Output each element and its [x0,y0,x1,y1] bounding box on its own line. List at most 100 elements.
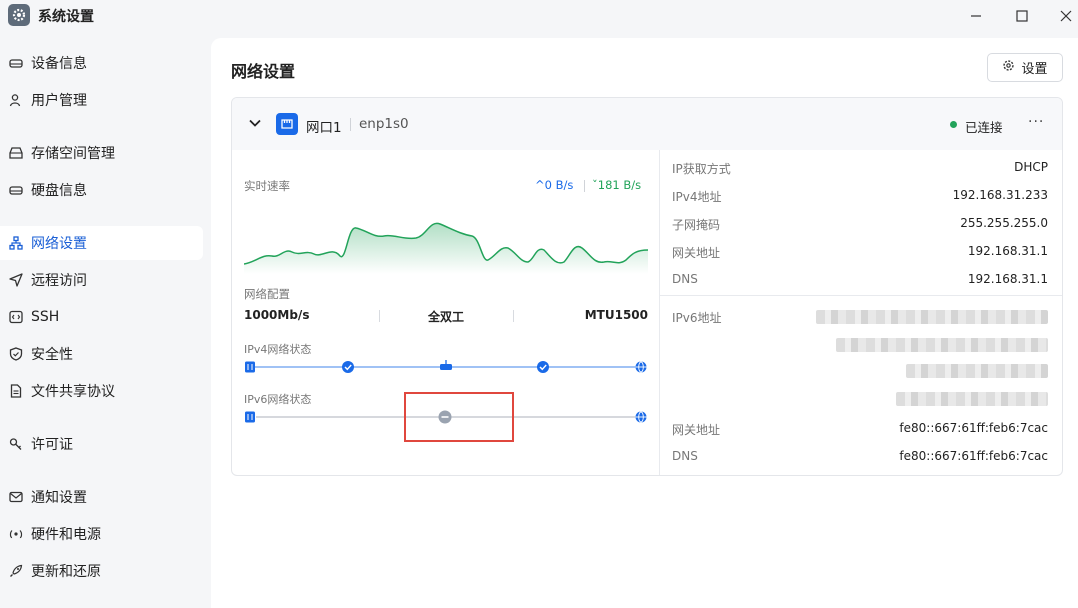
user-icon [8,92,24,108]
sidebar-item-label: 文件共享协议 [31,384,115,400]
link-speed: 1000Mb/s [244,308,310,322]
power-icon [8,526,24,542]
config-label: 网络配置 [244,287,290,301]
redacted-ipv6-address [816,310,1048,324]
ipv4-status-path [245,360,647,373]
sidebar-item-license[interactable]: 许可证 [0,427,203,461]
subnet-mask-value: 255.255.255.0 [960,216,1048,230]
ipv6-gateway-label: 网关地址 [672,423,721,437]
mail-icon [8,489,24,505]
sidebar-item-users[interactable]: 用户管理 [0,83,203,117]
sidebar-item-label: 通知设置 [31,490,87,506]
network-icon [8,235,24,251]
disk-icon [8,182,24,198]
chevron-down-icon[interactable] [248,116,262,134]
sidebar-item-remote[interactable]: 远程访问 [0,263,203,297]
divider [350,118,351,131]
ipv4-gateway-label: 网关地址 [672,246,721,260]
minimize-button[interactable] [962,4,990,28]
sidebar-item-storage[interactable]: 存储空间管理 [0,136,203,170]
speed-label: 实时速率 [244,179,290,193]
settings-button[interactable]: 设置 [987,53,1063,82]
upload-speed-value: 0 B/s [544,178,574,192]
duplex-mode: 全双工 [428,310,465,324]
port-header[interactable]: 网口1 enp1s0 已连接 ··· [232,98,1062,150]
ipv4-dns-value: 192.168.31.1 [967,272,1048,286]
sidebar-item-network[interactable]: 网络设置 [0,226,203,260]
arrow-up-icon: ^ [535,178,545,192]
shield-icon [8,346,24,362]
sidebar-item-label: 安全性 [31,347,73,363]
speed-chart [244,222,648,274]
send-icon [8,272,24,288]
settings-gear-icon [8,4,30,26]
ip-method-value: DHCP [1014,160,1048,174]
section-divider [660,295,1062,296]
ipv6-dns-value: fe80::667:61ff:feb6:7cac [899,449,1048,463]
sidebar-item-label: 更新和还原 [31,564,101,580]
address-details: IP获取方式 DHCP IPv4地址 192.168.31.233 子网掩码 2… [660,150,1062,475]
nas-device-icon [245,361,255,373]
settings-button-label: 设置 [1021,62,1048,77]
router-icon [440,364,452,370]
sidebar-item-notifications[interactable]: 通知设置 [0,480,203,514]
close-button[interactable] [1052,4,1078,28]
hard-drive-icon [8,55,24,71]
sidebar-item-file-sharing[interactable]: 文件共享协议 [0,374,203,408]
sidebar-item-label: SSH [31,309,60,325]
main-panel: 网络设置 设置 网口1 enp1s0 已连接 ··· 实时速率 ^0 B/s ˇ… [211,38,1078,608]
sidebar-item-label: 存储空间管理 [31,146,115,162]
ipv4-dns-label: DNS [672,272,698,286]
sidebar-item-disk[interactable]: 硬盘信息 [0,173,203,207]
mtu-value: MTU1500 [584,308,648,322]
ethernet-port-icon [276,113,298,135]
gear-icon [1002,59,1015,76]
redacted-ipv6-address [836,338,1048,352]
maximize-button[interactable] [1008,4,1036,28]
sidebar-item-security[interactable]: 安全性 [0,337,203,371]
ipv4-address-label: IPv4地址 [672,190,722,204]
sidebar-item-label: 远程访问 [31,273,87,289]
ipv6-gateway-value: fe80::667:61ff:feb6:7cac [899,421,1048,435]
ipv6-status-label: IPv6网络状态 [244,393,312,406]
sidebar-item-label: 硬件和电源 [31,527,101,543]
check-icon [537,361,549,373]
ipv4-address-value: 192.168.31.233 [952,188,1048,202]
sidebar-item-device-info[interactable]: 设备信息 [0,46,203,80]
rocket-icon [8,563,24,579]
ipv6-address-label: IPv6地址 [672,311,722,325]
network-port-card: 网口1 enp1s0 已连接 ··· 实时速率 ^0 B/s ˇ181 B/s … [231,97,1063,476]
ipv4-status-label: IPv4网络状态 [244,343,312,356]
subnet-mask-label: 子网掩码 [672,218,721,232]
sidebar-item-ssh[interactable]: SSH [0,300,203,334]
port-name: 网口1 [306,120,342,136]
page-title: 网络设置 [231,62,296,81]
connection-status: 已连接 [965,120,1003,135]
sidebar-item-label: 网络设置 [31,236,87,252]
sidebar: 设备信息 用户管理 存储空间管理 硬盘信息 网络设置 远程访问 SSH 安全性 … [0,40,210,608]
upload-speed: ^0 B/s [535,178,573,192]
check-icon [342,361,354,373]
more-menu-button[interactable]: ··· [1028,114,1044,130]
divider [513,310,514,322]
sidebar-item-label: 许可证 [31,437,73,453]
storage-icon [8,145,24,161]
interface-name: enp1s0 [359,116,409,132]
redacted-ipv6-address [896,392,1048,406]
speed-chart-area [244,223,648,274]
connected-status-dot [950,121,957,128]
redacted-ipv6-address [906,364,1048,378]
sidebar-item-label: 用户管理 [31,93,87,109]
terminal-icon [8,309,24,325]
sidebar-item-hardware-power[interactable]: 硬件和电源 [0,517,203,551]
divider [584,180,585,192]
nas-device-icon [245,411,255,423]
sidebar-item-label: 设备信息 [31,56,87,72]
download-speed-value: 181 B/s [597,178,642,192]
title-bar: 系统设置 [0,0,1078,32]
sidebar-item-update-restore[interactable]: 更新和还原 [0,554,203,588]
ipv6-dns-label: DNS [672,449,698,463]
sidebar-item-label: 硬盘信息 [31,183,87,199]
ip-method-label: IP获取方式 [672,162,731,176]
highlight-box [404,392,514,442]
